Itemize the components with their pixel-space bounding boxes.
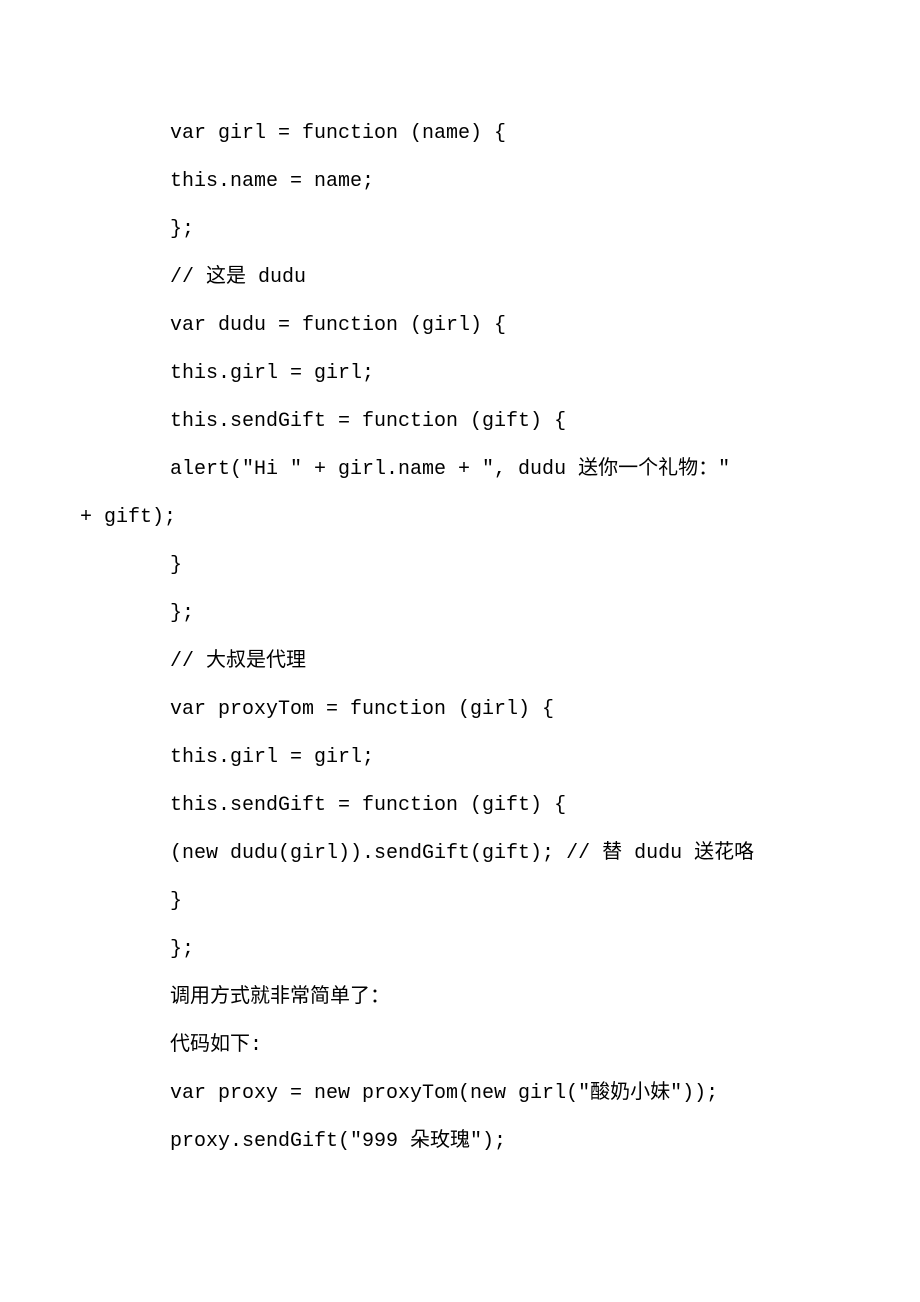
code-block: var girl = function (name) { this.name =… xyxy=(0,0,920,1246)
code-line: + gift); xyxy=(80,494,840,542)
code-line: this.girl = girl; xyxy=(80,350,840,398)
code-line: (new dudu(girl)).sendGift(gift); // 替 du… xyxy=(80,830,840,878)
code-line: var proxy = new proxyTom(new girl("酸奶小妹"… xyxy=(80,1070,840,1118)
code-line: this.sendGift = function (gift) { xyxy=(80,398,840,446)
code-line: // 这是 dudu xyxy=(80,254,840,302)
code-line: var dudu = function (girl) { xyxy=(80,302,840,350)
code-line: this.girl = girl; xyxy=(80,734,840,782)
code-line: } xyxy=(80,542,840,590)
code-line: this.name = name; xyxy=(80,158,840,206)
document-page: var girl = function (name) { this.name =… xyxy=(0,0,920,1302)
code-line: proxy.sendGift("999 朵玫瑰"); xyxy=(80,1118,840,1166)
code-line: 调用方式就非常简单了： xyxy=(80,974,840,1022)
code-line: }; xyxy=(80,590,840,638)
code-line: this.sendGift = function (gift) { xyxy=(80,782,840,830)
code-line: }; xyxy=(80,926,840,974)
code-line: } xyxy=(80,878,840,926)
code-line: // 大叔是代理 xyxy=(80,638,840,686)
code-line: var proxyTom = function (girl) { xyxy=(80,686,840,734)
code-line: alert("Hi " + girl.name + ", dudu 送你一个礼物… xyxy=(80,446,840,494)
code-line: var girl = function (name) { xyxy=(80,110,840,158)
code-line: }; xyxy=(80,206,840,254)
code-line: 代码如下: xyxy=(80,1022,840,1070)
